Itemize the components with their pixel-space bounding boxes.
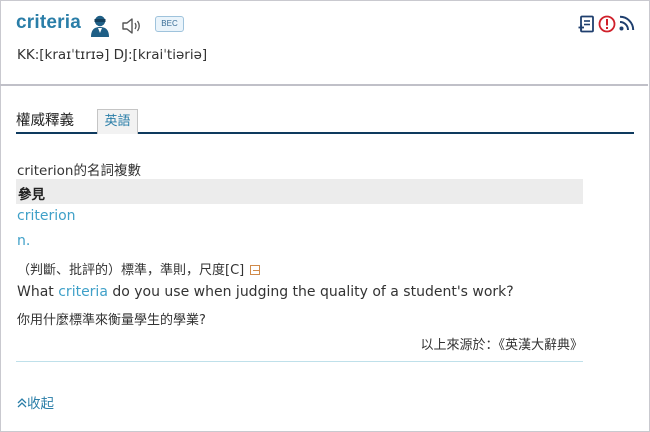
user-avatar-icon[interactable] bbox=[90, 14, 110, 38]
collapse-button[interactable]: 收起 bbox=[17, 392, 54, 412]
see-also-label: 參見 bbox=[18, 187, 45, 203]
plural-note: criterion的名詞複數 bbox=[17, 163, 141, 179]
tab-english[interactable]: 英語 bbox=[97, 109, 138, 134]
report-icon[interactable] bbox=[598, 15, 616, 33]
example-translation: 你用什麼標準來衡量學生的學業? bbox=[17, 313, 206, 328]
collapse-label: 收起 bbox=[27, 396, 54, 412]
headword: criteria bbox=[16, 12, 81, 33]
sense-definition: （判斷、批評的）標準，準則，尺度[C] bbox=[17, 259, 261, 278]
sense-text: （判斷、批評的）標準，準則，尺度[C] bbox=[17, 263, 245, 278]
source-citation: 以上來源於：《英漢大辭典》 bbox=[420, 338, 583, 353]
tab-authoritative-definition[interactable]: 權威釋義 bbox=[16, 109, 74, 130]
speaker-icon[interactable] bbox=[121, 17, 143, 35]
chevron-up-icon bbox=[17, 398, 27, 408]
definition-tabs: 權威釋義 英語 bbox=[16, 106, 634, 134]
bec-badge[interactable]: BEC bbox=[155, 16, 184, 32]
see-also-bar: 參見 bbox=[16, 179, 583, 204]
collapse-sense-icon[interactable] bbox=[250, 265, 261, 275]
example-text-before: What bbox=[17, 284, 59, 300]
part-of-speech: n. bbox=[17, 233, 31, 249]
notebook-icon[interactable] bbox=[577, 15, 595, 33]
entry-header: criteria BEC KK:[kraɪˈtɪrɪə] DJ:[kraiˈti… bbox=[0, 0, 648, 86]
divider bbox=[16, 361, 583, 362]
phonetic: KK:[kraɪˈtɪrɪə] DJ:[kraiˈtiəriə] bbox=[17, 47, 208, 63]
see-also-link[interactable]: criterion bbox=[17, 208, 76, 224]
example-keyword[interactable]: criteria bbox=[58, 284, 108, 300]
example-sentence: What criteria do you use when judging th… bbox=[17, 284, 514, 300]
rss-icon[interactable] bbox=[619, 15, 635, 31]
example-text-after: do you use when judging the quality of a… bbox=[107, 284, 514, 300]
